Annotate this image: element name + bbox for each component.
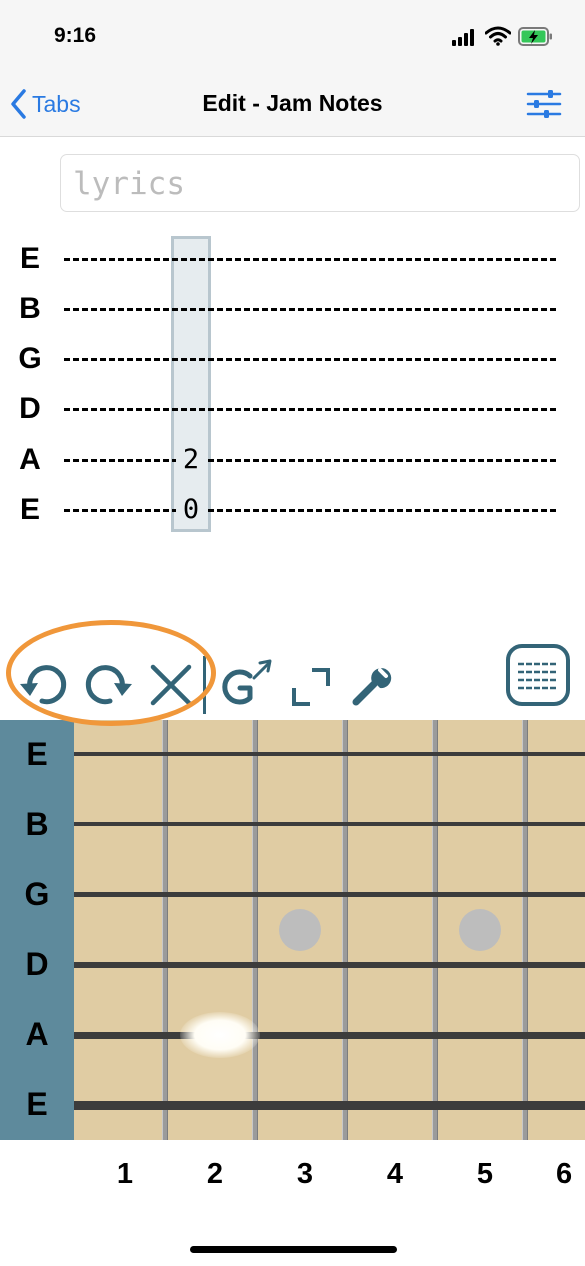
guitar-string[interactable] — [74, 1101, 585, 1110]
guitar-string[interactable] — [74, 1032, 585, 1039]
sliders-settings-icon[interactable] — [526, 90, 562, 118]
fretboard-string-label: G — [24, 876, 50, 912]
guitar-string[interactable] — [74, 962, 585, 968]
fretboard[interactable] — [74, 720, 585, 1140]
fret-number: 5 — [476, 1158, 494, 1190]
fretboard-string-label: E — [26, 736, 48, 772]
fretboard-string-label: E — [26, 1086, 48, 1122]
lyrics-input[interactable]: lyrics — [60, 154, 580, 212]
fret-number: 2 — [206, 1158, 224, 1190]
tab-staff-line — [64, 308, 556, 311]
tab-string-label: E — [19, 242, 40, 275]
selected-tab-column[interactable] — [171, 236, 211, 532]
page-title: Edit - Jam Notes — [202, 90, 383, 116]
fret-number: 4 — [386, 1158, 404, 1190]
tab-staff-line — [64, 509, 556, 512]
tab-staff-line — [64, 358, 556, 361]
fret-wire — [432, 720, 438, 1140]
guitar-string[interactable] — [74, 752, 585, 756]
tab-string-label: B — [19, 292, 41, 325]
fret-number: 3 — [296, 1158, 314, 1190]
fretboard-string-label: A — [25, 1016, 49, 1052]
fret-wire — [252, 720, 258, 1140]
grid-view-button[interactable] — [506, 644, 570, 706]
guitar-string[interactable] — [74, 892, 585, 897]
cellular-signal-icon — [452, 28, 478, 46]
battery-charging-icon — [518, 27, 552, 46]
tab-staff-line — [64, 408, 556, 411]
wrench-icon[interactable] — [350, 664, 394, 708]
tab-string-label: G — [18, 342, 42, 375]
fret-wire — [522, 720, 528, 1140]
fretboard-string-label: B — [25, 806, 49, 842]
fret-inlay-dot — [279, 909, 321, 951]
tab-staff-line — [64, 459, 556, 462]
fret-wire — [342, 720, 348, 1140]
status-time: 9:16 — [54, 24, 97, 47]
fret-number: 1 — [116, 1158, 134, 1190]
fret-inlay-dot — [459, 909, 501, 951]
tab-note[interactable]: 0 — [176, 494, 206, 526]
fretboard-string-label: D — [25, 946, 49, 982]
guitar-string[interactable] — [74, 822, 585, 826]
tab-string-label: D — [19, 392, 41, 425]
home-indicator — [190, 1246, 397, 1253]
tab-string-label: E — [19, 493, 40, 526]
fretboard-nut — [0, 720, 74, 1140]
highlight-ring — [6, 620, 216, 726]
fret-number: 6 — [556, 1158, 573, 1190]
grid-view-icon — [518, 662, 558, 690]
tab-note[interactable]: 2 — [176, 444, 206, 476]
chord-icon[interactable] — [218, 658, 274, 708]
wifi-icon — [485, 26, 511, 46]
fullscreen-icon[interactable] — [290, 666, 332, 708]
tab-staff-line — [64, 258, 556, 261]
pressed-note-highlight — [180, 1012, 260, 1058]
fret-wire — [162, 720, 168, 1140]
tab-string-label: A — [19, 443, 41, 476]
